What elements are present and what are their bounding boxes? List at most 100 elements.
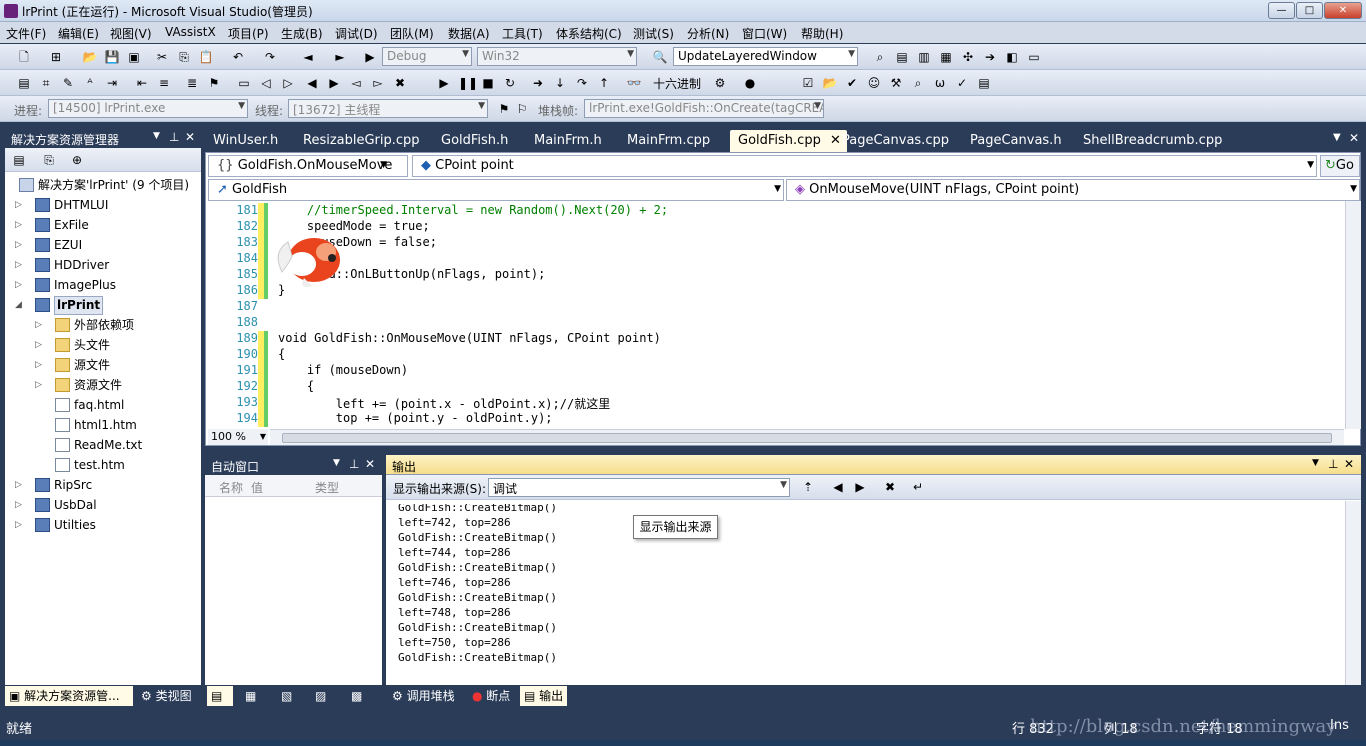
save-icon[interactable]: 💾 <box>104 49 120 65</box>
output-vertical-scrollbar[interactable] <box>1345 501 1361 685</box>
autos-close-icon[interactable]: ✕ <box>365 457 375 471</box>
toggle-bookmark-icon[interactable]: ▭ <box>236 75 252 91</box>
tab-mainfrm-cpp[interactable]: MainFrm.cpp <box>619 130 718 152</box>
menu-tools[interactable]: 工具(T) <box>502 25 543 42</box>
stop-debugging-icon[interactable]: ■ <box>480 75 496 91</box>
col-type[interactable]: 类型 <box>315 479 339 496</box>
tab-goldfish-h[interactable]: GoldFish.h <box>433 130 516 152</box>
tree-item[interactable]: ▷ 源文件 <box>5 355 201 375</box>
tree-item[interactable]: test.htm <box>5 455 201 475</box>
menu-window[interactable]: 窗口(W) <box>742 25 787 42</box>
maximize-button[interactable]: □ <box>1296 2 1323 19</box>
indent-icon[interactable]: ⇥ <box>104 75 120 91</box>
tab-mainfrm-h[interactable]: MainFrm.h <box>526 130 610 152</box>
menu-analyze[interactable]: 分析(N) <box>687 25 729 42</box>
word-wrap-icon[interactable]: ↵ <box>910 479 926 495</box>
tab-pagecanvas-cpp[interactable]: PageCanvas.cpp <box>834 130 957 152</box>
flag-icon[interactable]: ⚐ <box>514 101 530 117</box>
tree-item[interactable]: html1.htm <box>5 415 201 435</box>
code-line[interactable]: if (mouseDown) <box>278 363 408 377</box>
expand-icon[interactable]: ◢ <box>15 295 25 315</box>
outdent-icon[interactable]: ⇤ <box>134 75 150 91</box>
command-window-icon[interactable]: ▭ <box>1026 49 1042 65</box>
start-debugging-icon[interactable]: ▶ <box>362 49 378 65</box>
prev-message-icon[interactable]: ◀ <box>830 479 846 495</box>
process-select[interactable]: [14500] lrPrint.exe ▼ <box>48 99 248 118</box>
find-in-files-icon[interactable]: 🔍 <box>652 49 668 65</box>
tab-pagecanvas-h[interactable]: PageCanvas.h <box>962 130 1070 152</box>
prev-doc-bookmark-icon[interactable]: ◅ <box>348 75 364 91</box>
tree-item[interactable]: ▷ RipSrc <box>5 475 201 495</box>
new-project-icon[interactable]: 🗋 <box>16 49 32 65</box>
next-message-icon[interactable]: ▶ <box>852 479 868 495</box>
quick-info-icon[interactable]: ✎ <box>60 75 76 91</box>
clear-bookmarks-icon[interactable]: ✖ <box>392 75 408 91</box>
output-source-select[interactable]: 调试 ▼ <box>488 478 790 497</box>
view-class-diagram-icon[interactable]: ⊕ <box>69 152 85 168</box>
menu-help[interactable]: 帮助(H) <box>801 25 843 42</box>
tab-locals[interactable]: ▦ <box>241 686 260 706</box>
thread-select[interactable]: [13672] 主线程 ▼ <box>288 99 488 118</box>
clear-all-icon[interactable]: ✖ <box>882 479 898 495</box>
tree-item[interactable]: ReadMe.txt <box>5 435 201 455</box>
expand-icon[interactable]: ▷ <box>35 375 45 395</box>
properties-icon[interactable]: ▥ <box>916 49 932 65</box>
solution-platform-select[interactable]: Win32 ▼ <box>477 47 637 66</box>
menu-test[interactable]: 测试(S) <box>633 25 674 42</box>
expand-icon[interactable]: ▷ <box>15 495 25 515</box>
close-panel-icon[interactable]: ✕ <box>185 130 195 144</box>
solution-config-select[interactable]: Debug ▼ <box>382 47 472 66</box>
editor-horizontal-scrollbar[interactable] <box>270 429 1344 445</box>
go-button[interactable]: ↻Go <box>1320 155 1360 177</box>
undo-icon[interactable]: ↶ <box>230 49 246 65</box>
solution-explorer-icon[interactable]: ▤ <box>894 49 910 65</box>
step-into-icon[interactable]: ↓ <box>552 75 568 91</box>
tree-item[interactable]: faq.html <box>5 395 201 415</box>
output-close-icon[interactable]: ✕ <box>1344 457 1354 471</box>
code-line[interactable]: { <box>278 379 314 393</box>
tree-item[interactable]: ▷ EZUI <box>5 235 201 255</box>
next-doc-bookmark-icon[interactable]: ▻ <box>370 75 386 91</box>
checkin-icon[interactable]: ✔ <box>844 75 860 91</box>
copy-icon[interactable]: ⎘ <box>176 49 192 65</box>
step-over-icon[interactable]: ↷ <box>574 75 590 91</box>
tree-item[interactable]: ▷ 头文件 <box>5 335 201 355</box>
save-all-docs-icon[interactable]: ☑ <box>800 75 816 91</box>
col-name[interactable]: 名称 <box>219 479 243 496</box>
save-all-icon[interactable]: ▣ <box>126 49 142 65</box>
find-icon[interactable]: ⌕ <box>872 49 888 65</box>
autos-dropdown-icon[interactable]: ▼ <box>333 458 340 468</box>
threads-icon[interactable]: ⚙ <box>712 75 728 91</box>
expand-icon[interactable]: ▷ <box>15 275 25 295</box>
close-button[interactable]: ✕ <box>1324 2 1362 19</box>
menu-file[interactable]: 文件(F) <box>6 25 46 42</box>
tab-autos[interactable]: ▤ <box>207 686 233 706</box>
code-line[interactable]: void GoldFish::OnMouseMove(UINT nFlags, … <box>278 331 661 345</box>
uncomment-icon[interactable]: ≣ <box>184 75 200 91</box>
tab-winuser-h[interactable]: WinUser.h <box>205 130 286 152</box>
code-line[interactable]: left += (point.x - oldPoint.x);//就这里 <box>278 395 610 412</box>
tab-call-stack[interactable]: ⚙ 调用堆栈 <box>388 686 459 706</box>
tab-list-icon[interactable]: ▼ <box>1333 132 1341 143</box>
tree-item[interactable]: ▷ DHTMLUI <box>5 195 201 215</box>
cut-icon[interactable]: ✂ <box>154 49 170 65</box>
tab-goldfish-cpp[interactable]: GoldFish.cpp ✕ <box>730 130 847 152</box>
navigate-back-icon[interactable]: ◄ <box>300 49 316 65</box>
menu-edit[interactable]: 编辑(E) <box>58 25 99 42</box>
text-editor-icon[interactable]: ▤ <box>16 75 32 91</box>
start-page-icon[interactable]: ➔ <box>982 49 998 65</box>
menu-view[interactable]: 视图(V) <box>110 25 152 42</box>
extension-manager-icon[interactable]: ◧ <box>1004 49 1020 65</box>
expand-icon[interactable]: ▷ <box>35 315 45 335</box>
menu-data[interactable]: 数据(A) <box>448 25 490 42</box>
navigate-forward-icon[interactable]: ► <box>332 49 348 65</box>
scope-select[interactable]: {} GoldFish.OnMouseMove ▼ <box>208 155 408 177</box>
goldfish-image[interactable] <box>268 222 348 292</box>
format-icon[interactable]: ω <box>932 75 948 91</box>
tree-item[interactable]: ▷ ExFile <box>5 215 201 235</box>
tab-breakpoints[interactable]: ● 断点 <box>468 686 514 706</box>
redo-icon[interactable]: ↷ <box>262 49 278 65</box>
expand-icon[interactable]: ▷ <box>15 195 25 215</box>
expand-icon[interactable]: ▷ <box>15 475 25 495</box>
properties-icon[interactable]: ▤ <box>11 152 27 168</box>
